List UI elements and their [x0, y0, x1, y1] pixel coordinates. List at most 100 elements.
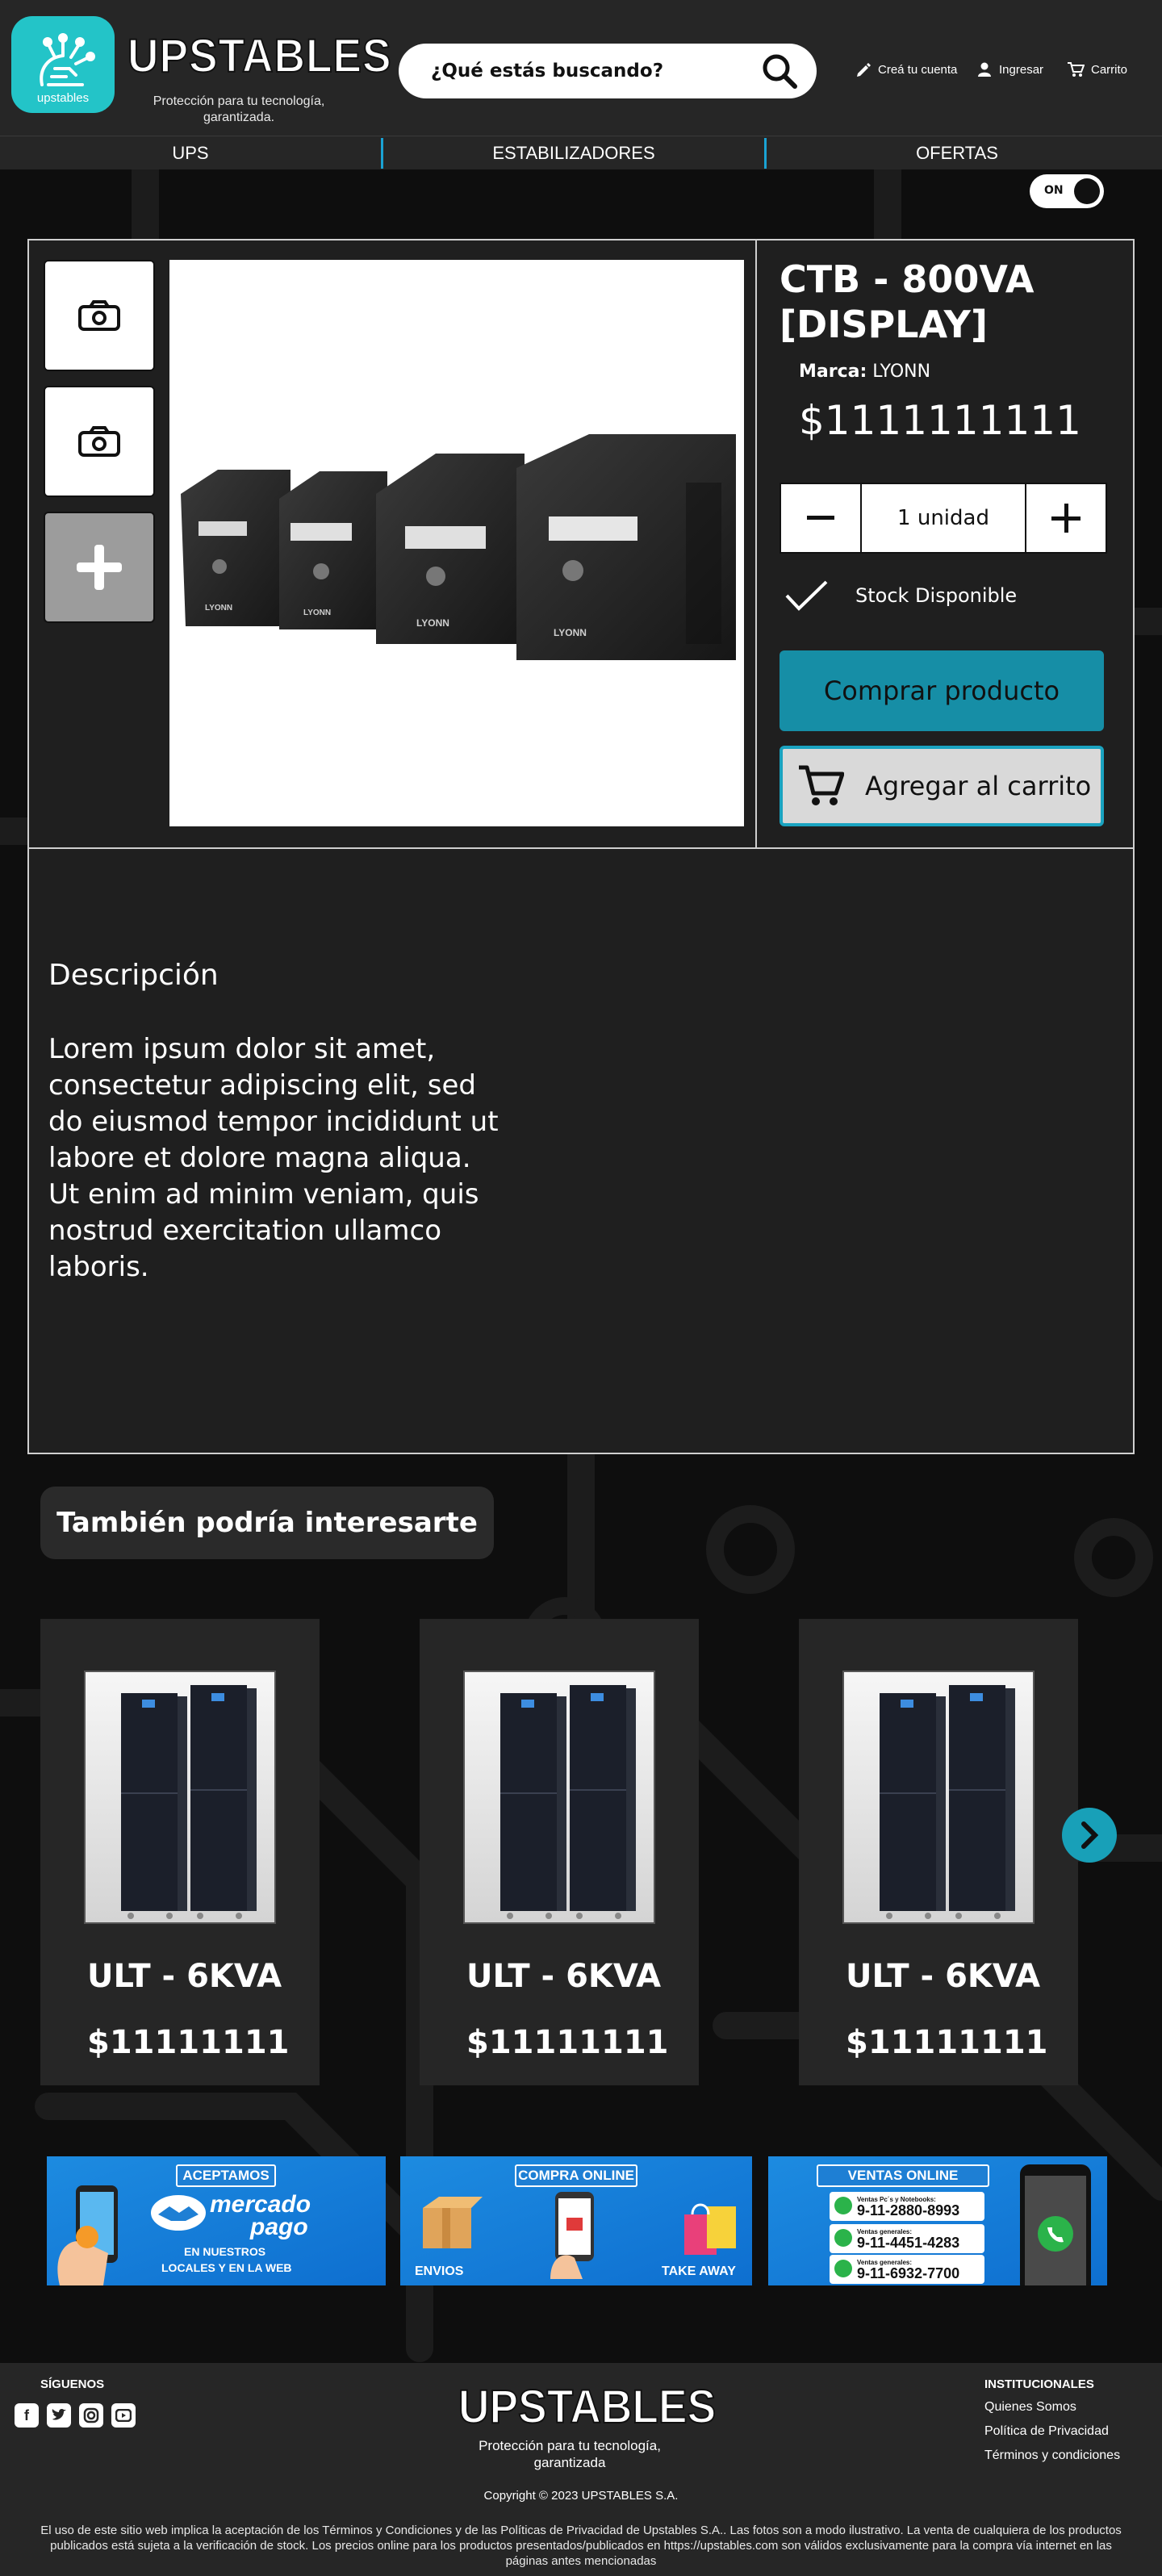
- footer-link-terminos[interactable]: Términos y condiciones: [984, 2444, 1120, 2468]
- theme-toggle[interactable]: ON: [1030, 174, 1104, 208]
- description-text: Lorem ipsum dolor sit amet, consectetur …: [48, 1033, 499, 1283]
- phone-number: 9-11-6932-7700: [857, 2264, 960, 2281]
- youtube-icon[interactable]: [111, 2403, 136, 2428]
- ventas-online-banner[interactable]: VENTAS ONLINE Ventas Pc´s y Notebooks: 9…: [768, 2156, 1107, 2285]
- search-icon[interactable]: [759, 50, 800, 92]
- camera-icon: [78, 426, 120, 457]
- minus-icon: [807, 516, 834, 520]
- site-header: upstables UPSTABLES Protección para tu t…: [0, 0, 1162, 136]
- brand-logo-text[interactable]: UPSTABLES: [127, 31, 391, 82]
- follow-us-heading: SÍGUENOS: [40, 2377, 105, 2391]
- plus-icon: [77, 545, 122, 590]
- search-input[interactable]: [431, 61, 759, 82]
- chevron-right-icon: [1081, 1821, 1099, 1849]
- camera-icon: [78, 300, 120, 331]
- nav-item-ofertas[interactable]: OFERTAS: [767, 136, 1147, 169]
- nav-item-ups[interactable]: UPS: [0, 136, 381, 169]
- add-to-cart-label: Agregar al carrito: [865, 771, 1092, 801]
- cart-link[interactable]: Carrito: [1067, 61, 1127, 77]
- create-account-label: Creá tu cuenta: [878, 62, 958, 77]
- brand-label: Marca:: [799, 362, 867, 382]
- social-links: f: [15, 2403, 136, 2428]
- toggle-knob: [1074, 178, 1100, 204]
- shopping-cart-icon: [799, 765, 844, 805]
- search-bar: [399, 44, 817, 98]
- product-price: $1111111111: [799, 397, 1081, 444]
- thumbnail-2[interactable]: [44, 386, 155, 497]
- increase-quantity-button[interactable]: [1026, 484, 1106, 552]
- cart-icon: [1068, 62, 1085, 77]
- decrease-quantity-button[interactable]: [781, 484, 860, 552]
- package-icon: [423, 2197, 483, 2248]
- add-to-cart-button[interactable]: Agregar al carrito: [780, 746, 1104, 826]
- facebook-icon[interactable]: f: [15, 2403, 39, 2428]
- phone-shop-icon: [550, 2192, 594, 2279]
- ups-brand-mark-1: LYONN: [205, 604, 232, 613]
- banner-tag: VENTAS ONLINE: [817, 2164, 989, 2187]
- take-away-label: TAKE AWAY: [662, 2264, 736, 2278]
- product-card[interactable]: ULT - 6KVA $11111111: [420, 1619, 699, 2085]
- header-tagline: Protección para tu tecnología, garantiza…: [153, 94, 325, 124]
- banner-sub-1: EN NUESTROS: [184, 2245, 266, 2258]
- circuit-hand-logo-icon: [40, 33, 95, 86]
- logo-badge[interactable]: upstables: [11, 16, 115, 113]
- footer-link-privacidad[interactable]: Política de Privacidad: [984, 2419, 1120, 2444]
- mercadopago-banner[interactable]: ACEPTAMOS mercado pago EN NUESTROS LOCAL…: [47, 2156, 386, 2285]
- banner-tag: COMPRA ONLINE: [515, 2164, 637, 2187]
- ups-brand-mark-2: LYONN: [303, 608, 331, 617]
- whatsapp-icon: [834, 2229, 852, 2247]
- handshake-icon: [151, 2195, 206, 2231]
- login-label: Ingresar: [999, 62, 1044, 77]
- product-card-image: [842, 1671, 1035, 1924]
- whatsapp-icon: [834, 2197, 852, 2214]
- product-main-image: LYONN LYONN LYONN LYONN: [169, 260, 744, 826]
- add-image-thumbnail[interactable]: [44, 512, 155, 623]
- phone-line-1[interactable]: Ventas Pc´s y Notebooks: 9-11-2880-8993: [830, 2192, 984, 2221]
- user-icon: [978, 62, 991, 77]
- product-brand: Marca: LYONN: [799, 362, 930, 382]
- product-card-title: ULT - 6KVA: [466, 1958, 662, 1995]
- cart-label: Carrito: [1091, 62, 1128, 77]
- phone-number: 9-11-4451-4283: [857, 2234, 960, 2251]
- whatsapp-icon: [834, 2260, 852, 2277]
- product-card-price: $11111111: [87, 2024, 290, 2061]
- quantity-stepper: 1 unidad: [780, 483, 1107, 554]
- brand-value[interactable]: LYONN: [872, 362, 930, 382]
- check-icon: [785, 580, 828, 611]
- panel-divider-horizontal: [29, 847, 1133, 849]
- phone-line-3[interactable]: Ventas generales: 9-11-6932-7700: [830, 2255, 984, 2284]
- shopping-bags-icon: [684, 2203, 736, 2255]
- footer-link-quienes-somos[interactable]: Quienes Somos: [984, 2395, 1120, 2419]
- thumbnail-1[interactable]: [44, 260, 155, 371]
- ups-brand-mark-4: LYONN: [554, 627, 587, 638]
- login-link[interactable]: Ingresar: [976, 61, 1043, 77]
- compra-online-banner[interactable]: COMPRA ONLINE ENVIOS TAKE AWAY: [400, 2156, 752, 2285]
- plus-icon: [1051, 504, 1080, 533]
- product-card[interactable]: ULT - 6KVA $11111111: [799, 1619, 1078, 2085]
- phone-line-2[interactable]: Ventas generales: 9-11-4451-4283: [830, 2224, 984, 2253]
- banner-tag: ACEPTAMOS: [176, 2164, 276, 2187]
- product-card-price: $11111111: [846, 2024, 1048, 2061]
- buy-product-button[interactable]: Comprar producto: [780, 650, 1104, 731]
- create-account-link[interactable]: Creá tu cuenta: [855, 61, 957, 77]
- banner-sub-2: LOCALES Y EN LA WEB: [161, 2261, 292, 2274]
- institutional-heading: INSTITUCIONALES: [984, 2377, 1094, 2391]
- footer-brand-logo[interactable]: UPSTABLES: [458, 2383, 717, 2432]
- carousel-next-button[interactable]: [1062, 1808, 1117, 1863]
- logo-badge-text: upstables: [36, 91, 90, 105]
- toggle-label: ON: [1044, 184, 1064, 197]
- instagram-icon[interactable]: [79, 2403, 103, 2428]
- footer-tagline: Protección para tu tecnología, garantiza…: [479, 2438, 661, 2470]
- quantity-value[interactable]: 1 unidad: [860, 484, 1026, 552]
- legal-notice: El uso de este sitio web implica la acep…: [40, 2524, 1122, 2568]
- product-card[interactable]: ULT - 6KVA $11111111: [40, 1619, 320, 2085]
- stock-label: Stock Disponible: [855, 584, 1018, 607]
- whatsapp-phone-icon: [1020, 2164, 1091, 2285]
- nav-item-estabilizadores[interactable]: ESTABILIZADORES: [383, 136, 764, 169]
- product-card-image: [463, 1671, 655, 1924]
- pencil-icon: [857, 63, 871, 77]
- panel-divider-vertical: [755, 240, 757, 847]
- related-products-heading: También podría interesarte: [40, 1487, 494, 1559]
- product-card-price: $11111111: [466, 2024, 669, 2061]
- twitter-icon[interactable]: [47, 2403, 71, 2428]
